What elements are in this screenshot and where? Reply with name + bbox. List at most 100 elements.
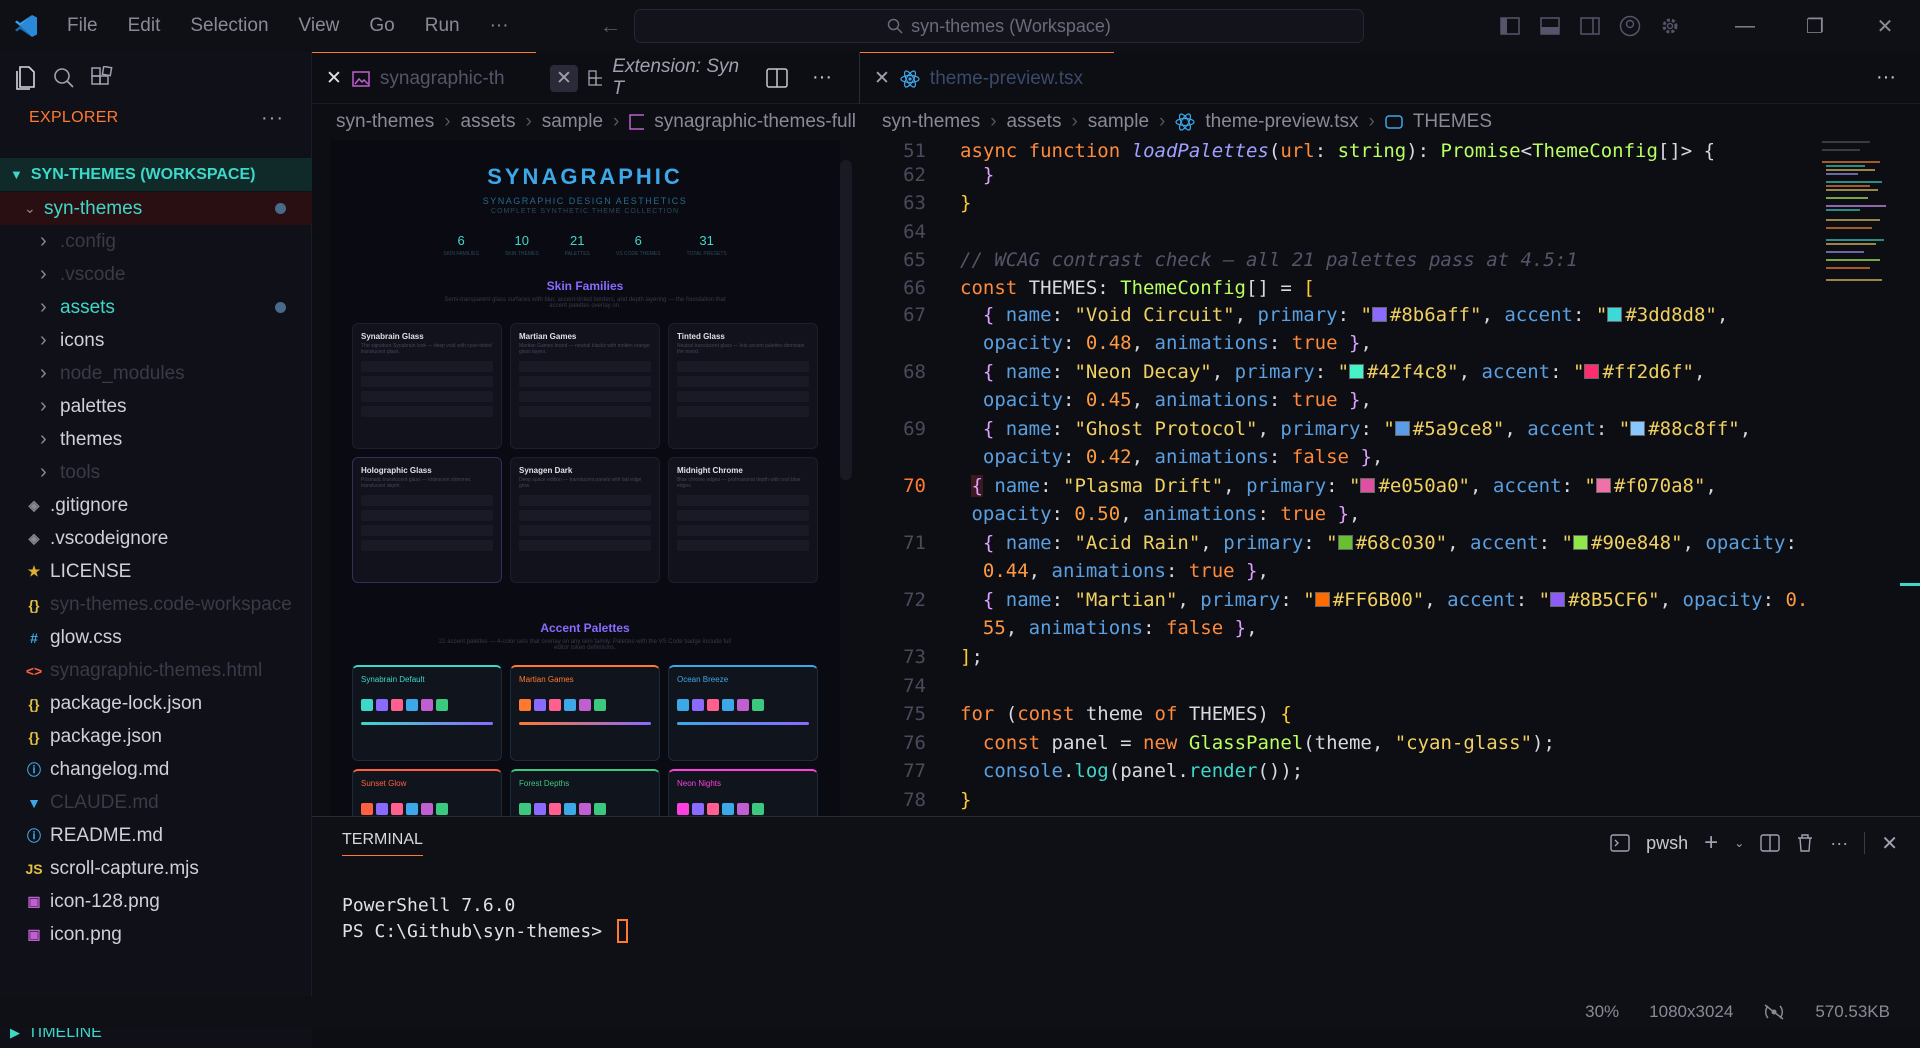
toggle-panel-icon[interactable] [1530,17,1570,35]
trash-icon[interactable] [1796,833,1814,853]
tree-file[interactable]: {} package-lock.json [0,687,312,720]
minimap[interactable] [1820,140,1900,340]
breadcrumb-item[interactable]: THEMES [1413,111,1492,133]
minimize-icon[interactable]: — [1710,15,1780,38]
stat-label: SKIN FAMILIES [443,251,479,257]
toggle-sidebar-icon[interactable] [1490,17,1530,35]
skin-card-desc: The signature Synabrain look — deep void… [361,343,492,355]
explorer-files-icon[interactable] [14,65,38,91]
tree-file[interactable]: ◈ .gitignore [0,489,312,522]
status-file-size[interactable]: 570.53KB [1815,1002,1890,1022]
skin-card-title: Synagen Dark [519,466,573,475]
breadcrumb-item[interactable]: syn-themes [336,111,434,133]
tree-folder[interactable]: › icons [0,324,312,357]
close-panel-icon[interactable]: ✕ [1881,831,1898,856]
terminal-cursor [616,919,628,943]
tree-file[interactable]: {} package.json [0,720,312,753]
tree-file[interactable]: {} syn-themes.code-workspace [0,588,312,621]
back-arrow-icon[interactable]: ← [600,13,622,39]
tree-folder[interactable]: › .config [0,225,312,258]
menu-go[interactable]: Go [354,15,409,37]
search-label: syn-themes (Workspace) [911,15,1111,36]
breadcrumb-item[interactable]: sample [542,111,603,133]
react-icon [1175,113,1195,131]
close-tab-icon[interactable]: ✕ [550,64,578,92]
code-line: { name: "Plasma Drift", primary: " #e050a… [971,475,1717,497]
split-terminal-icon[interactable] [1760,834,1780,852]
status-image-size[interactable]: 1080x3024 [1649,1002,1733,1022]
tree-file[interactable]: ▣ icon-128.png [0,885,312,918]
breadcrumb-item[interactable]: syn-themes [882,111,980,133]
code-line: } [982,164,995,186]
chevron-down-icon[interactable]: ⌄ [1734,836,1744,850]
new-terminal-icon[interactable]: + [1704,829,1718,857]
skin-card-title: Synabrain Glass [361,332,424,341]
code-editor[interactable]: 51 62 63 64 65 66 67 68 69 70 71 72 73 74 75 76 77 78 asy… [860,140,1860,816]
restore-icon[interactable]: ❐ [1780,14,1850,39]
split-editor-icon[interactable] [766,67,788,88]
close-tab-icon[interactable]: ✕ [326,67,342,90]
line-number: 69 [903,418,926,440]
tree-folder[interactable]: › themes [0,423,312,456]
close-tab-icon[interactable]: ✕ [874,67,890,90]
extensions-icon[interactable] [90,66,114,90]
menu-view[interactable]: View [284,15,355,37]
tree-folder[interactable]: › assets [0,291,312,324]
broadcast-icon[interactable] [1763,1003,1785,1021]
workspace-section-header[interactable]: ▼ SYN-THEMES (WORKSPACE) [0,158,312,191]
tree-file[interactable]: ★ LICENSE [0,555,312,588]
status-zoom[interactable]: 30% [1585,1002,1619,1022]
shell-label[interactable]: pwsh [1646,833,1688,854]
chevron-down-icon: ▼ [10,167,23,182]
skin-card: Tinted Glass Neutral translucent glass — … [668,323,818,449]
skin-card-title: Tinted Glass [677,332,725,341]
menu-selection[interactable]: Selection [175,15,283,37]
breadcrumb-item[interactable]: sample [1088,111,1149,133]
tree-file[interactable]: ▣ icon.png [0,918,312,951]
tree-root-folder[interactable]: ⌄ syn-themes [0,192,312,225]
tree-folder[interactable]: › node_modules [0,357,312,390]
breadcrumb-item[interactable]: synagraphic-themes-full [654,111,856,133]
breadcrumb-item[interactable]: assets [461,111,516,133]
settings-gear-icon[interactable] [1650,15,1690,37]
more-actions-icon[interactable]: ··· [1830,833,1848,854]
tree-file[interactable]: ◈ .vscodeignore [0,522,312,555]
menu-edit[interactable]: Edit [113,15,176,37]
more-actions-icon[interactable]: ··· [812,66,832,89]
tree-file[interactable]: # glow.css [0,621,312,654]
tree-item-label: palettes [60,395,127,417]
tree-folder[interactable]: › tools [0,456,312,489]
tree-file[interactable]: ▼ CLAUDE.md [0,786,312,819]
stat-block: 10 SKIN THEMES [505,233,539,257]
palette-card: Synabrain Default [352,665,502,761]
code-line: // WCAG contrast check — all 21 palettes… [960,249,1578,271]
stat-block: 6 VS CODE THEMES [616,233,661,257]
skin-card-title: Holographic Glass [361,466,432,475]
stat-number: 6 [634,233,642,248]
tree-folder[interactable]: › .vscode [0,258,312,291]
breadcrumb-item[interactable]: theme-preview.tsx [1205,111,1358,133]
tree-file[interactable]: ⓘ changelog.md [0,753,312,786]
title-bar: File Edit Selection View Go Run ··· ← → … [0,0,1920,52]
tab-terminal[interactable]: TERMINAL [342,831,423,856]
toggle-secondary-sidebar-icon[interactable] [1570,17,1610,35]
menu-run[interactable]: Run [410,15,475,37]
close-window-icon[interactable]: ✕ [1850,14,1920,39]
breadcrumb-item[interactable]: assets [1007,111,1062,133]
account-icon[interactable] [1610,15,1650,37]
search-view-icon[interactable] [52,66,76,90]
tree-folder[interactable]: › palettes [0,390,312,423]
terminal-output[interactable]: PowerShell 7.6.0 PS C:\Github\syn-themes… [342,893,628,945]
preview-scrollbar[interactable] [840,160,852,480]
menu-file[interactable]: File [52,15,113,37]
explorer-more-icon[interactable]: ··· [261,107,284,130]
tree-file[interactable]: JS scroll-capture.mjs [0,852,312,885]
tree-file[interactable]: ⓘ README.md [0,819,312,852]
tab-synagraphic-html[interactable]: ✕ synagraphic-th [312,52,536,104]
menu-more[interactable]: ··· [475,15,524,37]
more-actions-icon[interactable]: ··· [1876,66,1896,89]
tab-theme-preview[interactable]: ✕ theme-preview.tsx [860,52,1114,104]
command-center-search[interactable]: syn-themes (Workspace) [634,9,1364,43]
tab-extension[interactable]: ✕ Extension: Syn T [536,52,756,104]
tree-file[interactable]: <> synagraphic-themes.html [0,654,312,687]
